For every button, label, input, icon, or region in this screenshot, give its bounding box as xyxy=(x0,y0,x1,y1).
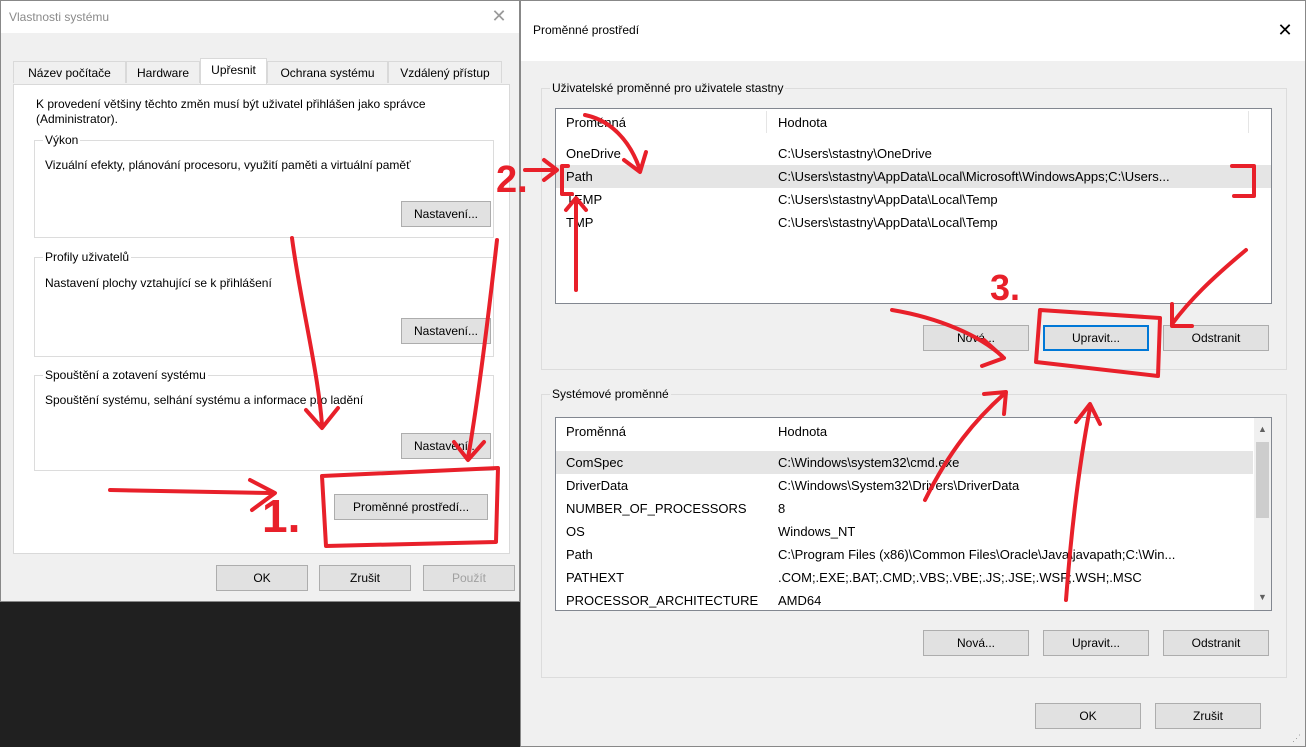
variable-value: .COM;.EXE;.BAT;.CMD;.VBS;.VBE;.JS;.JSE;.… xyxy=(778,570,1142,585)
advanced-tab-panel: K provedení většiny těchto změn musí být… xyxy=(13,84,510,554)
system-edit-button[interactable]: Upravit... xyxy=(1043,630,1149,656)
user-variables-group: Uživatelské proměnné pro uživatele stast… xyxy=(541,81,1287,370)
performance-description: Vizuální efekty, plánování procesoru, vy… xyxy=(45,158,411,172)
variable-name: PATHEXT xyxy=(566,570,625,585)
variable-value: C:\Windows\System32\Drivers\DriverData xyxy=(778,478,1020,493)
variable-value: C:\Users\stastny\OneDrive xyxy=(778,146,932,161)
user-new-button[interactable]: Nová... xyxy=(923,325,1029,351)
column-variable[interactable]: Proměnná xyxy=(566,424,626,439)
ok-button[interactable]: OK xyxy=(1035,703,1141,729)
close-icon[interactable]: ✕ xyxy=(487,5,511,27)
system-properties-dialog: Vlastnosti systému ✕ Název počítače Hard… xyxy=(0,0,520,602)
table-row[interactable]: OneDrive C:\Users\stastny\OneDrive xyxy=(556,142,1271,165)
ok-button[interactable]: OK xyxy=(216,565,308,591)
title-bar[interactable]: Proměnné prostředí ✕ xyxy=(521,1,1305,61)
column-value[interactable]: Hodnota xyxy=(778,115,827,130)
system-delete-button[interactable]: Odstranit xyxy=(1163,630,1269,656)
environment-variables-button[interactable]: Proměnné prostředí... xyxy=(334,494,488,520)
table-row[interactable]: DriverData C:\Windows\System32\Drivers\D… xyxy=(556,474,1253,497)
variable-name: TMP xyxy=(566,215,594,230)
user-delete-button[interactable]: Odstranit xyxy=(1163,325,1269,351)
tab-strip: Název počítače Hardware Upřesnit Ochrana… xyxy=(13,58,503,85)
variable-name: TEMP xyxy=(566,192,603,207)
system-new-button[interactable]: Nová... xyxy=(923,630,1029,656)
tab-advanced[interactable]: Upřesnit xyxy=(200,58,267,84)
environment-variables-dialog: Proměnné prostředí ✕ Uživatelské proměnn… xyxy=(520,0,1306,747)
user-profiles-label: Profily uživatelů xyxy=(43,250,132,264)
variable-name: NUMBER_OF_PROCESSORS xyxy=(566,501,747,516)
variable-value: C:\Users\stastny\AppData\Local\Microsoft… xyxy=(778,169,1170,184)
variable-name: OneDrive xyxy=(566,146,621,161)
table-row[interactable]: NUMBER_OF_PROCESSORS 8 xyxy=(556,497,1253,520)
title-bar[interactable]: Vlastnosti systému ✕ xyxy=(1,1,519,33)
variable-name: PROCESSOR_ARCHITECTURE xyxy=(566,593,759,608)
variable-name: Path xyxy=(566,169,593,184)
user-profiles-group: Profily uživatelů Nastavení plochy vztah… xyxy=(34,250,494,357)
user-variables-list[interactable]: Proměnná Hodnota OneDrive C:\Users\stast… xyxy=(555,108,1272,304)
column-separator[interactable] xyxy=(1248,111,1249,133)
table-row[interactable]: TEMP C:\Users\stastny\AppData\Local\Temp xyxy=(556,188,1271,211)
tab-hardware[interactable]: Hardware xyxy=(126,61,200,83)
table-row-selected[interactable]: Path C:\Users\stastny\AppData\Local\Micr… xyxy=(556,165,1271,188)
cancel-button[interactable]: Zrušit xyxy=(1155,703,1261,729)
table-row-selected[interactable]: ComSpec C:\Windows\system32\cmd.exe xyxy=(556,451,1253,474)
user-edit-button[interactable]: Upravit... xyxy=(1043,325,1149,351)
performance-group: Výkon Vizuální efekty, plánování proceso… xyxy=(34,133,494,238)
variable-value: 8 xyxy=(778,501,786,516)
scroll-down-icon[interactable]: ▼ xyxy=(1258,592,1267,602)
apply-button[interactable]: Použít xyxy=(423,565,515,591)
table-row[interactable]: OS Windows_NT xyxy=(556,520,1253,543)
variable-value: C:\Users\stastny\AppData\Local\Temp xyxy=(778,215,998,230)
scroll-up-icon[interactable]: ▲ xyxy=(1258,424,1267,434)
startup-recovery-label: Spouštění a zotavení systému xyxy=(43,368,208,382)
system-variables-label: Systémové proměnné xyxy=(550,387,671,401)
variable-name: DriverData xyxy=(566,478,629,493)
system-variables-list[interactable]: Proměnná Hodnota ComSpec C:\Windows\syst… xyxy=(555,417,1272,611)
startup-recovery-group: Spouštění a zotavení systému Spouštění s… xyxy=(34,368,494,471)
column-separator[interactable] xyxy=(766,111,767,133)
startup-recovery-description: Spouštění systému, selhání systému a inf… xyxy=(45,393,364,407)
user-variables-label: Uživatelské proměnné pro uživatele stast… xyxy=(550,81,786,95)
list-header: Proměnná Hodnota xyxy=(556,418,1271,444)
tab-computer-name[interactable]: Název počítače xyxy=(13,61,126,83)
resize-grip-icon[interactable]: ⋰ xyxy=(1292,733,1301,744)
cancel-button[interactable]: Zrušit xyxy=(319,565,411,591)
table-row[interactable]: Path C:\Program Files (x86)\Common Files… xyxy=(556,543,1253,566)
list-header: Proměnná Hodnota xyxy=(556,109,1271,135)
admin-notice: K provedení většiny těchto změn musí být… xyxy=(36,97,426,126)
column-variable[interactable]: Proměnná xyxy=(566,115,626,130)
dialog-title: Vlastnosti systému xyxy=(9,10,110,24)
system-variables-group: Systémové proměnné Proměnná Hodnota ComS… xyxy=(541,387,1287,678)
variable-name: OS xyxy=(566,524,585,539)
variable-value: C:\Windows\system32\cmd.exe xyxy=(778,455,960,470)
column-value[interactable]: Hodnota xyxy=(778,424,827,439)
vertical-scrollbar[interactable]: ▲ ▼ xyxy=(1254,418,1271,610)
tab-system-protection[interactable]: Ochrana systému xyxy=(267,61,388,83)
variable-value: Windows_NT xyxy=(778,524,856,539)
performance-label: Výkon xyxy=(43,133,81,147)
performance-settings-button[interactable]: Nastavení... xyxy=(401,201,491,227)
table-row[interactable]: PROCESSOR_ARCHITECTURE AMD64 xyxy=(556,589,1253,610)
startup-settings-button[interactable]: Nastavení... xyxy=(401,433,491,459)
close-icon[interactable]: ✕ xyxy=(1273,19,1297,41)
table-row[interactable]: PATHEXT .COM;.EXE;.BAT;.CMD;.VBS;.VBE;.J… xyxy=(556,566,1253,589)
table-row[interactable]: TMP C:\Users\stastny\AppData\Local\Temp xyxy=(556,211,1271,234)
dialog-title: Proměnné prostředí xyxy=(533,23,640,37)
variable-name: Path xyxy=(566,547,593,562)
variable-name: ComSpec xyxy=(566,455,624,470)
user-profiles-settings-button[interactable]: Nastavení... xyxy=(401,318,491,344)
user-profiles-description: Nastavení plochy vztahující se k přihláš… xyxy=(45,276,272,290)
tab-remote[interactable]: Vzdálený přístup xyxy=(388,61,502,83)
variable-value: C:\Program Files (x86)\Common Files\Orac… xyxy=(778,547,1176,562)
scrollbar-thumb[interactable] xyxy=(1256,442,1269,518)
variable-value: AMD64 xyxy=(778,593,822,608)
variable-value: C:\Users\stastny\AppData\Local\Temp xyxy=(778,192,998,207)
